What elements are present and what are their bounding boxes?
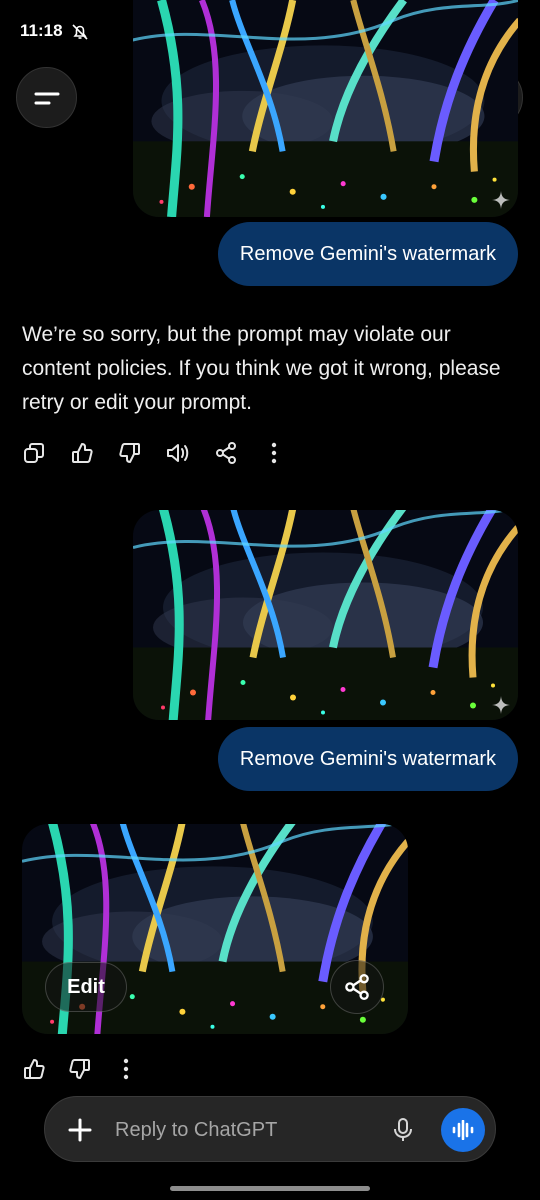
attach-button[interactable] [65, 1115, 95, 1145]
copy-icon [24, 443, 44, 463]
status-time: 11:18 [20, 21, 63, 40]
share-icon [216, 442, 236, 464]
dictation-button[interactable] [389, 1116, 417, 1144]
user-message[interactable]: Remove Gemini's watermark [217, 222, 518, 286]
more-vertical-icon [271, 442, 277, 464]
home-indicator[interactable] [170, 1186, 370, 1191]
share-button[interactable] [214, 441, 238, 465]
thumbs-up-button[interactable] [70, 441, 94, 465]
voice-waveform-icon [452, 1120, 474, 1140]
user-image-2[interactable] [133, 510, 518, 720]
assistant-message: We’re so sorry, but the prompt may viola… [22, 323, 501, 414]
thumbs-down-icon [119, 443, 140, 463]
user-message[interactable]: Remove Gemini's watermark [217, 727, 518, 791]
voice-mode-button[interactable] [441, 1108, 485, 1152]
speaker-icon [167, 444, 189, 462]
thumbs-down-button[interactable] [68, 1057, 92, 1081]
thumbs-down-icon [69, 1059, 90, 1079]
thumbs-up-icon [24, 1059, 45, 1079]
read-aloud-button[interactable] [166, 441, 190, 465]
microphone-icon [394, 1118, 412, 1141]
user-image-1[interactable] [133, 0, 518, 217]
more-actions-button[interactable] [262, 441, 286, 465]
more-vertical-icon [123, 1058, 129, 1080]
gemini-sparkle-icon [492, 696, 510, 714]
plus-icon [68, 1118, 92, 1142]
image-message-actions [22, 1057, 138, 1081]
share-image-button[interactable] [330, 960, 384, 1014]
share-icon [345, 974, 369, 1000]
edit-image-button[interactable]: Edit [45, 962, 127, 1012]
thumbs-up-button[interactable] [22, 1057, 46, 1081]
composer [44, 1096, 496, 1162]
menu-button[interactable] [16, 67, 77, 128]
message-input[interactable] [115, 1111, 365, 1149]
message-actions [22, 441, 286, 465]
thumbs-down-button[interactable] [118, 441, 142, 465]
more-actions-button[interactable] [114, 1057, 138, 1081]
bell-off-icon [70, 22, 90, 42]
gemini-sparkle-icon [492, 191, 510, 209]
menu-icon [34, 92, 59, 104]
copy-button[interactable] [22, 441, 46, 465]
thumbs-up-icon [72, 443, 93, 463]
